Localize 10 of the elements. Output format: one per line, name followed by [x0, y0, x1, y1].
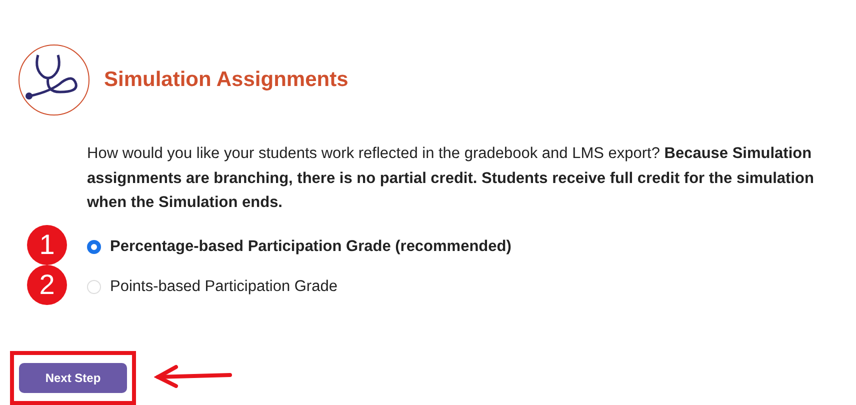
step-number-badge: 2 [27, 264, 67, 304]
stethoscope-icon [18, 44, 90, 116]
arrow-icon [154, 364, 232, 388]
next-step-button[interactable]: Next Step [19, 362, 127, 392]
step-number-badge: 1 [27, 224, 67, 264]
radio-button[interactable] [87, 240, 101, 254]
page-title: Simulation Assignments [104, 68, 348, 92]
intro-paragraph: How would you like your students work reflected in the gradebook and LMS export? Because Simulation assignments are branching, there is no partial credit. Students receive full credit for the simulation when the Simulation ends. [87, 144, 815, 213]
option-label: Points-based Participation Grade [110, 278, 338, 296]
option-label: Percentage-based Participation Grade (recommended) [110, 238, 512, 256]
